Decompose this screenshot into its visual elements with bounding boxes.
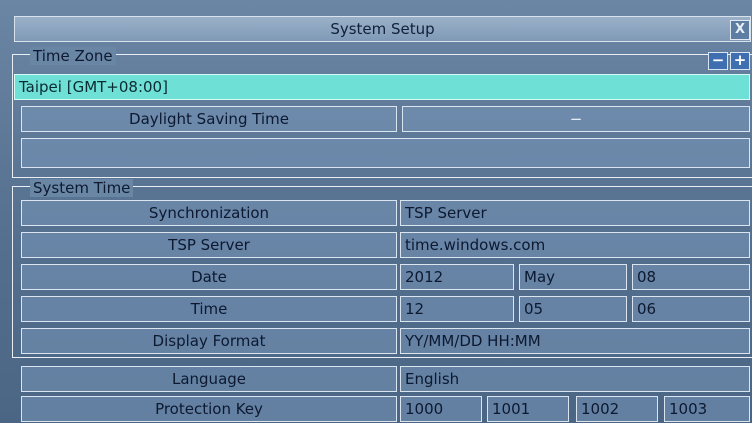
protection-key-field-3[interactable]: 1002 bbox=[576, 396, 658, 422]
time-label: Time bbox=[21, 296, 397, 322]
tsp-server-label: TSP Server bbox=[21, 232, 397, 258]
close-icon: X bbox=[734, 22, 746, 37]
synchronization-label: Synchronization bbox=[21, 200, 397, 226]
language-label: Language bbox=[21, 366, 397, 392]
plus-icon: + bbox=[733, 51, 747, 69]
date-month-field[interactable]: May bbox=[519, 264, 627, 290]
window-title: System Setup bbox=[14, 16, 751, 42]
synchronization-value[interactable]: TSP Server bbox=[400, 200, 750, 226]
time-second-field[interactable]: 06 bbox=[632, 296, 750, 322]
time-zone-extra-field bbox=[21, 138, 750, 168]
time-minute-field[interactable]: 05 bbox=[519, 296, 627, 322]
date-year-field[interactable]: 2012 bbox=[400, 264, 514, 290]
system-setup-screen: System Setup X Time Zone − + Taipei [GMT… bbox=[0, 0, 752, 423]
close-button[interactable]: X bbox=[730, 20, 750, 40]
system-time-label: System Time bbox=[30, 179, 134, 197]
display-format-label: Display Format bbox=[21, 328, 397, 354]
protection-key-label: Protection Key bbox=[21, 396, 397, 422]
protection-key-field-1[interactable]: 1000 bbox=[400, 396, 482, 422]
dst-label: Daylight Saving Time bbox=[21, 106, 397, 132]
minus-icon: − bbox=[711, 51, 725, 69]
tsp-server-value[interactable]: time.windows.com bbox=[400, 232, 750, 258]
time-zone-select[interactable]: Taipei [GMT+08:00] bbox=[14, 74, 750, 100]
dst-toggle[interactable]: − bbox=[402, 106, 750, 132]
protection-key-field-2[interactable]: 1001 bbox=[487, 396, 569, 422]
time-zone-minus-button[interactable]: − bbox=[708, 52, 728, 70]
date-day-field[interactable]: 08 bbox=[632, 264, 750, 290]
time-hour-field[interactable]: 12 bbox=[400, 296, 514, 322]
protection-key-field-4[interactable]: 1003 bbox=[664, 396, 750, 422]
time-zone-plus-button[interactable]: + bbox=[730, 52, 750, 70]
language-value[interactable]: English bbox=[400, 366, 750, 392]
time-zone-label: Time Zone bbox=[30, 47, 116, 65]
display-format-value[interactable]: YY/MM/DD HH:MM bbox=[400, 328, 750, 354]
date-label: Date bbox=[21, 264, 397, 290]
